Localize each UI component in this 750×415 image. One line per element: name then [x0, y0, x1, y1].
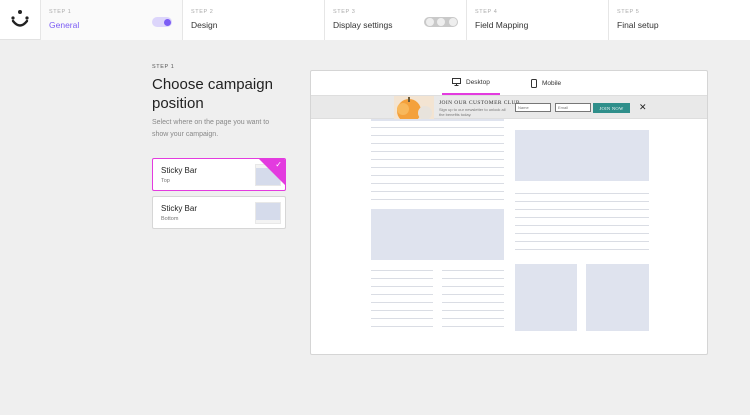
join-now-button[interactable]: JOIN NOW	[593, 103, 630, 113]
wireframe-line	[371, 191, 504, 192]
wireframe-line	[371, 286, 433, 287]
step-final-setup[interactable]: STEP 5 Final setup	[608, 0, 750, 40]
name-input[interactable]	[515, 103, 551, 112]
bar-title: JOIN OUR CUSTOMER CLUB	[439, 100, 520, 106]
step-design[interactable]: STEP 2 Design	[182, 0, 324, 40]
bar-text: Sign up to our newsletter to unlock all …	[439, 107, 506, 117]
step-number: STEP 3	[333, 9, 356, 15]
page-title: Choose campaign position	[152, 76, 273, 112]
wireframe-line	[371, 135, 504, 136]
step-label: Design	[191, 20, 218, 30]
wireframe-block	[515, 264, 577, 331]
wireframe-line	[371, 310, 433, 311]
wireframe-line	[515, 249, 649, 250]
wireframe-line	[515, 193, 649, 194]
wireframe-line	[371, 318, 433, 319]
bottom-bar-thumbnail	[255, 202, 281, 224]
toggle-dot	[437, 18, 445, 26]
smile-logo-icon	[11, 10, 29, 27]
close-icon[interactable]: ✕	[639, 102, 647, 112]
wireframe-line	[371, 127, 504, 128]
step-number: STEP 2	[191, 9, 214, 15]
step-number: STEP 4	[475, 9, 498, 15]
tab-mobile[interactable]: Mobile	[521, 71, 571, 95]
tab-label: Mobile	[542, 79, 562, 87]
section-kicker: STEP 1	[152, 64, 175, 70]
wireframe-line	[371, 143, 504, 144]
mobile-icon	[531, 78, 537, 88]
page-description: Select where on the page you want to sho…	[152, 119, 270, 138]
wireframe-line	[371, 183, 504, 184]
wireframe-line	[371, 270, 433, 271]
step-field-mapping[interactable]: STEP 4 Field Mapping	[466, 0, 608, 40]
wireframe-line	[371, 159, 504, 160]
checkmark-icon: ✓	[275, 160, 282, 169]
toggle-dot	[425, 18, 434, 26]
wireframe-line	[371, 294, 433, 295]
wireframe-line	[442, 278, 504, 279]
wireframe-line	[515, 201, 649, 202]
device-tabs: Desktop Mobile	[311, 71, 707, 95]
toggle-dot	[448, 18, 457, 26]
wireframe-line	[442, 310, 504, 311]
wireframe-line	[371, 278, 433, 279]
tab-label: Desktop	[466, 78, 490, 86]
wireframe-line	[442, 302, 504, 303]
wireframe-line	[515, 217, 649, 218]
wireframe-line	[371, 326, 433, 327]
wireframe-line	[442, 286, 504, 287]
sticky-bar-preview: JOIN OUR CUSTOMER CLUB Sign up to our ne…	[311, 95, 707, 120]
wireframe-block	[586, 264, 649, 331]
step-number: STEP 5	[617, 9, 640, 15]
option-sticky-bar-bottom[interactable]: Sticky Bar Bottom	[152, 196, 286, 229]
tab-desktop[interactable]: Desktop	[442, 71, 500, 95]
desktop-icon	[452, 78, 461, 86]
wireframe-line	[442, 318, 504, 319]
wireframe-line	[371, 151, 504, 152]
step-label: Final setup	[617, 20, 659, 30]
wireframe-line	[515, 209, 649, 210]
logo[interactable]	[0, 0, 40, 40]
wireframe-line	[442, 326, 504, 327]
wireframe-line	[371, 199, 504, 200]
position-panel: STEP 1 Choose campaign position Select w…	[152, 64, 292, 229]
campaign-preview: Desktop Mobile JOIN OUR CUSTOMER CLUB Si…	[310, 70, 708, 355]
wireframe-block	[515, 130, 649, 181]
wireframe-block	[371, 119, 504, 121]
wireframe-block	[371, 209, 504, 260]
email-input[interactable]	[555, 103, 591, 112]
wireframe-line	[371, 167, 504, 168]
stepper-bar: STEP 1 General STEP 2 Design STEP 3 Disp…	[0, 0, 750, 40]
pumpkin-image	[394, 96, 434, 120]
step-display-settings[interactable]: STEP 3 Display settings	[324, 0, 466, 40]
toggle-knob	[163, 18, 171, 26]
wireframe-line	[442, 270, 504, 271]
wireframe-line	[515, 233, 649, 234]
wireframe-line	[442, 294, 504, 295]
step-number: STEP 1	[49, 9, 72, 15]
wireframe-line	[515, 225, 649, 226]
wireframe-line	[371, 175, 504, 176]
option-sticky-bar-top[interactable]: Sticky Bar Top ✓	[152, 158, 286, 191]
wireframe-line	[515, 241, 649, 242]
display-settings-toggle[interactable]	[424, 17, 458, 27]
step-general[interactable]: STEP 1 General	[40, 0, 182, 40]
wireframe-line	[371, 302, 433, 303]
step-label: Field Mapping	[475, 20, 529, 30]
general-toggle[interactable]	[152, 17, 172, 27]
